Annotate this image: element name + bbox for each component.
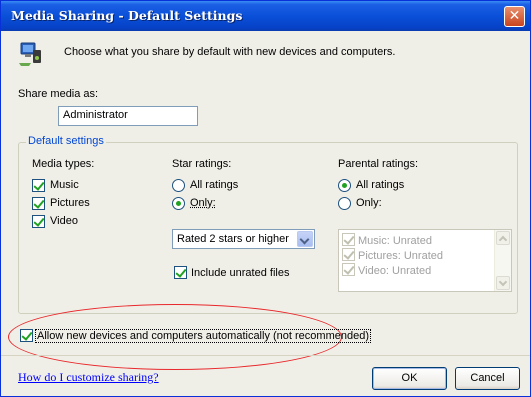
parental-ratings-label: Parental ratings: xyxy=(338,158,419,170)
pictures-checkbox[interactable] xyxy=(32,197,45,210)
star-all-ratings-radio[interactable] xyxy=(172,179,185,192)
star-only-radio[interactable] xyxy=(172,197,185,210)
share-media-label: Share media as: xyxy=(18,88,99,100)
allow-new-devices-label: Allow new devices and computers automati… xyxy=(35,329,371,343)
music-unrated-label: Music: Unrated xyxy=(358,235,432,247)
close-button[interactable]: ✕ xyxy=(504,6,525,27)
list-item: Music: Unrated xyxy=(342,233,432,247)
music-label: Music xyxy=(50,179,79,191)
pictures-unrated-checkbox xyxy=(342,248,355,261)
media-device-icon xyxy=(19,42,41,66)
cancel-button[interactable]: Cancel xyxy=(455,367,520,390)
video-unrated-label: Video: Unrated xyxy=(358,265,432,277)
music-unrated-checkbox xyxy=(342,233,355,246)
video-checkbox[interactable] xyxy=(32,215,45,228)
allow-new-devices-checkbox[interactable] xyxy=(20,329,33,342)
star-rating-dropdown[interactable]: Rated 2 stars or higher xyxy=(172,229,315,249)
parental-only-label: Only: xyxy=(356,197,382,209)
list-item: Pictures: Unrated xyxy=(342,248,443,262)
pictures-label: Pictures xyxy=(50,197,90,209)
star-rating-dropdown-value: Rated 2 stars or higher xyxy=(177,233,289,245)
chevron-down-icon[interactable] xyxy=(297,231,313,247)
pictures-unrated-label: Pictures: Unrated xyxy=(358,250,443,262)
default-settings-label: Default settings xyxy=(26,135,106,147)
title-bar[interactable]: Media Sharing - Default Settings ✕ xyxy=(1,1,530,31)
music-checkbox[interactable] xyxy=(32,179,45,192)
footer-divider xyxy=(1,355,530,356)
help-link[interactable]: How do I customize sharing? xyxy=(18,370,159,385)
parental-all-ratings-radio[interactable] xyxy=(338,179,351,192)
star-only-label: Only: xyxy=(190,197,216,209)
video-label: Video xyxy=(50,215,78,227)
parental-ratings-list[interactable]: Music: Unrated Pictures: Unrated Video: … xyxy=(338,229,512,292)
media-types-label: Media types: xyxy=(32,158,95,170)
scroll-down-icon[interactable] xyxy=(496,276,510,290)
ok-button[interactable]: OK xyxy=(372,367,447,390)
parental-all-ratings-label: All ratings xyxy=(356,179,405,191)
close-icon: ✕ xyxy=(508,8,521,24)
media-sharing-dialog: Media Sharing - Default Settings ✕ Choos… xyxy=(0,0,531,397)
window-title: Media Sharing - Default Settings xyxy=(11,8,243,23)
star-ratings-label: Star ratings: xyxy=(172,158,232,170)
star-all-ratings-label: All ratings xyxy=(190,179,239,191)
include-unrated-label: Include unrated files xyxy=(191,267,290,279)
scroll-up-icon[interactable] xyxy=(496,231,510,245)
include-unrated-checkbox[interactable] xyxy=(174,266,187,279)
list-scrollbar[interactable] xyxy=(494,230,511,291)
list-item: Video: Unrated xyxy=(342,263,431,277)
header-description: Choose what you share by default with ne… xyxy=(64,46,396,58)
share-media-input[interactable]: Administrator xyxy=(58,106,198,126)
parental-only-radio[interactable] xyxy=(338,197,351,210)
video-unrated-checkbox xyxy=(342,263,355,276)
